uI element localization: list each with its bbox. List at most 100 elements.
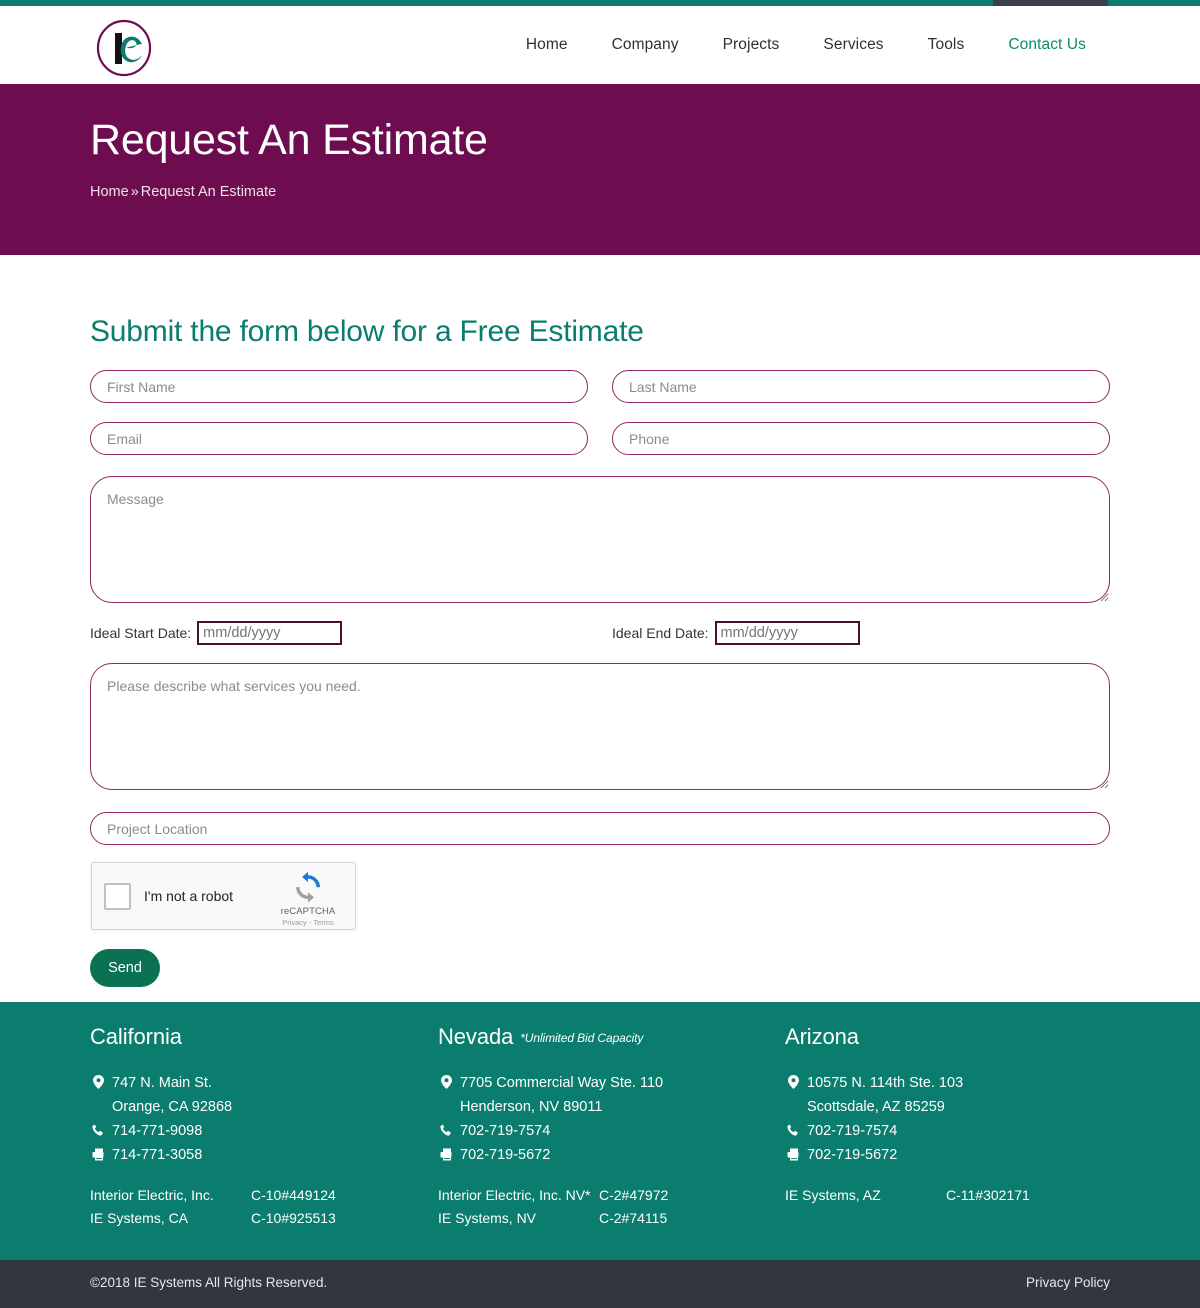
footer-address1-text: 7705 Commercial Way Ste. 110 <box>460 1075 664 1091</box>
services-description-textarea[interactable] <box>90 663 1110 790</box>
map-pin-icon <box>785 1071 801 1095</box>
footer-license-name: IE Systems, CA <box>90 1210 189 1226</box>
email-input[interactable] <box>90 422 588 455</box>
footer-column-nevada: Nevada *Unlimited Bid Capacity 7705 Comme… <box>438 1024 768 1230</box>
breadcrumb-home[interactable]: Home <box>90 184 129 200</box>
footer-address-line-1: 747 N. Main St. <box>90 1071 420 1095</box>
footer-address1-text: 747 N. Main St. <box>112 1075 212 1091</box>
footer-address-line-1: 10575 N. 114th Ste. 103 <box>785 1071 1145 1095</box>
footer-phone-text: 714-771-9098 <box>112 1123 203 1139</box>
phone-icon <box>785 1119 801 1143</box>
footer-phone-line: 702-719-7574 <box>438 1119 768 1143</box>
footer-license-list: Interior Electric, Inc. NV* C-2#47972 IE… <box>438 1184 768 1230</box>
breadcrumb: Home» Request An Estimate <box>90 184 276 200</box>
footer-license-list: IE Systems, AZ C-11#302171 <box>785 1184 1145 1207</box>
phone-input[interactable] <box>612 422 1110 455</box>
footer-state-heading: California <box>90 1024 420 1050</box>
footer-fax-line: 702-719-5672 <box>438 1143 768 1167</box>
footer-state-name: Arizona <box>785 1024 859 1049</box>
footer-column-arizona: Arizona 10575 N. 114th Ste. 103 Scottsda… <box>785 1024 1145 1207</box>
ideal-end-date-input[interactable] <box>714 621 860 645</box>
nav-item-contact-us[interactable]: Contact Us <box>986 36 1108 54</box>
recaptcha-icon <box>296 871 320 903</box>
footer-license-name: IE Systems, AZ <box>785 1187 881 1203</box>
footer-license-row: Interior Electric, Inc. NV* C-2#47972 <box>438 1184 768 1207</box>
last-name-input[interactable] <box>612 370 1110 403</box>
footer-column-california: California 747 N. Main St. Orange, CA 92… <box>90 1024 420 1230</box>
form-heading: Submit the form below for a Free Estimat… <box>90 315 644 348</box>
footer-fax-text: 702-719-5672 <box>807 1147 898 1163</box>
footer-license-number: C-2#47972 <box>599 1187 669 1203</box>
footer-license-name: Interior Electric, Inc. NV* <box>438 1187 591 1203</box>
footer-address2-text: Henderson, NV 89011 <box>460 1099 603 1115</box>
breadcrumb-separator: » <box>130 184 139 200</box>
footer-license-number: C-10#925513 <box>251 1210 336 1226</box>
footer-fax-text: 702-719-5672 <box>460 1147 551 1163</box>
footer-phone-line: 714-771-9098 <box>90 1119 420 1143</box>
footer-fax-line: 702-719-5672 <box>785 1143 1145 1167</box>
copyright-text: ©2018 IE Systems All Rights Reserved. <box>90 1275 328 1290</box>
main-navigation: Home Company Projects Services Tools Con… <box>504 6 1108 84</box>
footer-license-number: C-11#302171 <box>946 1187 1030 1203</box>
footer-address-line-2: Henderson, NV 89011 <box>438 1095 768 1119</box>
recaptcha-brand-name: reCAPTCHA <box>280 906 336 917</box>
ideal-start-date-label: Ideal Start Date: <box>90 625 192 641</box>
footer-fax-line: 714-771-3058 <box>90 1143 420 1167</box>
breadcrumb-current: Request An Estimate <box>140 184 277 200</box>
logo-icon <box>96 19 152 77</box>
footer-address2-text: Scottsdale, AZ 85259 <box>807 1099 945 1115</box>
phone-icon <box>90 1119 106 1143</box>
ideal-start-date-input[interactable] <box>197 621 343 645</box>
map-pin-icon <box>90 1071 106 1095</box>
phone-icon <box>438 1119 454 1143</box>
recaptcha-widget[interactable]: I'm not a robot reCAPTCHA Privacy - Term… <box>91 862 356 930</box>
site-logo[interactable] <box>96 19 152 77</box>
footer-address-line-2: Scottsdale, AZ 85259 <box>785 1095 1145 1119</box>
footer-license-number: C-10#449124 <box>251 1187 336 1203</box>
footer-state-name: California <box>90 1024 182 1049</box>
fax-icon <box>785 1143 801 1167</box>
recaptcha-label: I'm not a robot <box>144 888 234 904</box>
recaptcha-branding: reCAPTCHA Privacy - Terms <box>270 871 346 927</box>
recaptcha-terms[interactable]: Privacy - Terms <box>270 918 346 927</box>
recaptcha-checkbox[interactable] <box>104 882 131 910</box>
page-root: Home Company Projects Services Tools Con… <box>0 0 1200 1308</box>
footer-license-row: IE Systems, NV C-2#74115 <box>438 1207 768 1230</box>
footer-state-heading: Nevada *Unlimited Bid Capacity <box>438 1024 768 1050</box>
footer-address-line-2: Orange, CA 92868 <box>90 1095 420 1119</box>
map-pin-icon <box>438 1071 454 1095</box>
ideal-start-date-group: Ideal Start Date: <box>90 621 343 645</box>
site-header: Home Company Projects Services Tools Con… <box>0 6 1200 84</box>
footer-address-line-1: 7705 Commercial Way Ste. 110 <box>438 1071 768 1095</box>
footer-license-name: IE Systems, NV <box>438 1210 537 1226</box>
footer-license-number: C-2#74115 <box>599 1210 668 1226</box>
site-footer: California 747 N. Main St. Orange, CA 92… <box>0 1002 1200 1260</box>
footer-state-note: *Unlimited Bid Capacity <box>520 1031 644 1045</box>
ideal-end-date-label: Ideal End Date: <box>612 625 709 641</box>
page-hero: Request An Estimate Home» Request An Esti… <box>0 84 1200 255</box>
footer-phone-line: 702-719-7574 <box>785 1119 1145 1143</box>
footer-license-row: IE Systems, AZ C-11#302171 <box>785 1184 1145 1207</box>
footer-fax-text: 714-771-3058 <box>112 1147 203 1163</box>
privacy-policy-link[interactable]: Privacy Policy <box>1026 1275 1110 1290</box>
send-button[interactable]: Send <box>90 949 160 987</box>
footer-state-heading: Arizona <box>785 1024 1145 1050</box>
project-location-input[interactable] <box>90 812 1110 845</box>
footer-license-list: Interior Electric, Inc. C-10#449124 IE S… <box>90 1184 420 1230</box>
nav-item-projects[interactable]: Projects <box>701 36 802 54</box>
nav-item-home[interactable]: Home <box>504 36 590 54</box>
page-title: Request An Estimate <box>90 116 488 164</box>
footer-address2-text: Orange, CA 92868 <box>112 1099 233 1115</box>
fax-icon <box>90 1143 106 1167</box>
fax-icon <box>438 1143 454 1167</box>
nav-item-tools[interactable]: Tools <box>906 36 987 54</box>
first-name-input[interactable] <box>90 370 588 403</box>
footer-phone-text: 702-719-7574 <box>460 1123 551 1139</box>
message-textarea[interactable] <box>90 476 1110 603</box>
footer-license-name: Interior Electric, Inc. <box>90 1187 214 1203</box>
nav-item-services[interactable]: Services <box>801 36 905 54</box>
copyright-bar: ©2018 IE Systems All Rights Reserved. Pr… <box>0 1260 1200 1308</box>
footer-state-name: Nevada <box>438 1024 514 1049</box>
nav-item-company[interactable]: Company <box>590 36 701 54</box>
footer-license-row: Interior Electric, Inc. C-10#449124 <box>90 1184 420 1207</box>
